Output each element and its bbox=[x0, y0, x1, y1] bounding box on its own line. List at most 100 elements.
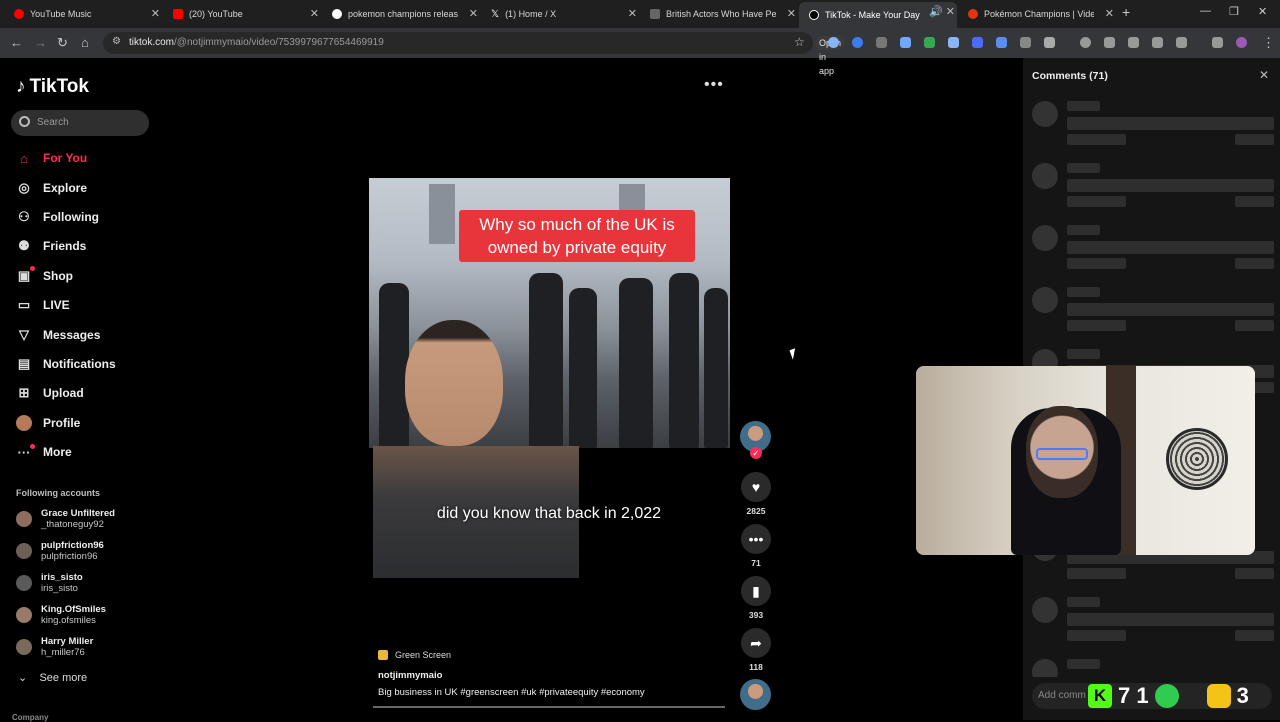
sidebar-icon[interactable] bbox=[1152, 37, 1163, 48]
extension-icon[interactable] bbox=[948, 37, 959, 48]
extension-icon[interactable] bbox=[924, 37, 935, 48]
nav-live[interactable]: ▭ LIVE bbox=[16, 297, 70, 313]
effect-tag[interactable]: Green Screen bbox=[378, 650, 451, 660]
browser-tab[interactable]: (20) YouTube ✕ bbox=[163, 4, 321, 24]
following-account[interactable]: Grace Unfiltered _thatoneguy92 bbox=[16, 505, 115, 533]
kick-logo-icon: K bbox=[1088, 684, 1112, 708]
browser-tab[interactable]: 𝕏 (1) Home / X ✕ bbox=[481, 4, 639, 24]
close-tab-icon[interactable]: ✕ bbox=[310, 7, 319, 20]
toolbar-icon[interactable] bbox=[1104, 37, 1115, 48]
browser-tab[interactable]: Pokémon Champions | Video G✕ bbox=[958, 4, 1116, 24]
company-link[interactable]: Company bbox=[12, 713, 48, 722]
sound-avatar[interactable] bbox=[740, 679, 771, 710]
comment-skeleton bbox=[1032, 101, 1276, 153]
browser-tab[interactable]: pokemon champions release da✕ bbox=[322, 4, 480, 24]
close-window-icon[interactable]: ✕ bbox=[1258, 5, 1267, 18]
commuter bbox=[619, 278, 653, 448]
reading-list-icon[interactable] bbox=[1176, 37, 1187, 48]
devtools-icon[interactable] bbox=[1128, 37, 1139, 48]
notification-dot bbox=[30, 444, 35, 449]
url-text: tiktok.com/@notjimmymaio/video/753997967… bbox=[129, 37, 384, 48]
nav-following[interactable]: ⚇ Following bbox=[16, 209, 99, 225]
x-icon: 𝕏 bbox=[491, 9, 500, 20]
comment-skeleton bbox=[1032, 225, 1276, 277]
history-icon[interactable] bbox=[1080, 37, 1091, 48]
tiktok-logo[interactable]: ♪ TikTok bbox=[16, 76, 89, 98]
avatar bbox=[16, 607, 32, 623]
extensions-puzzle-icon[interactable] bbox=[1044, 37, 1055, 48]
youtube-music-icon bbox=[14, 9, 24, 19]
nav-more[interactable]: ··· More bbox=[16, 444, 72, 460]
video-progress-bar[interactable] bbox=[373, 706, 725, 708]
extension-icon[interactable] bbox=[1020, 37, 1031, 48]
profile-avatar[interactable] bbox=[1236, 37, 1247, 48]
close-tab-icon[interactable]: ✕ bbox=[151, 7, 160, 20]
video-player[interactable]: Why so much of the UK is owned by privat… bbox=[369, 178, 730, 580]
following-account[interactable]: iris_sisto iris_sisto bbox=[16, 569, 83, 597]
home-icon: ⌂ bbox=[20, 150, 28, 166]
nav-profile[interactable]: Profile bbox=[16, 415, 80, 431]
home-icon[interactable]: ⌂ bbox=[81, 35, 89, 50]
site-info-icon[interactable]: ⚙ bbox=[112, 36, 121, 47]
nav-friends[interactable]: ⚉ Friends bbox=[16, 238, 86, 254]
new-tab-icon[interactable]: + bbox=[1122, 4, 1130, 20]
following-account[interactable]: King.OfSmiles king.ofsmiles bbox=[16, 601, 106, 629]
address-bar[interactable]: ⚙ tiktok.com/@notjimmymaio/video/7539979… bbox=[103, 32, 846, 76]
close-tab-icon[interactable]: ✕ bbox=[1105, 7, 1114, 20]
following-account[interactable]: pulpfriction96 pulpfriction96 bbox=[16, 537, 104, 565]
restore-icon[interactable]: ❐ bbox=[1229, 5, 1239, 18]
minimize-icon[interactable]: — bbox=[1200, 5, 1211, 17]
commuter bbox=[569, 288, 597, 448]
back-icon[interactable]: ← bbox=[10, 35, 23, 50]
follow-check-icon[interactable]: ✓ bbox=[750, 447, 762, 459]
menu-kebab-icon[interactable]: ⋮ bbox=[1262, 35, 1275, 51]
browser-tab[interactable]: YouTube Music ✕ bbox=[4, 4, 162, 24]
close-icon[interactable]: ✕ bbox=[1259, 68, 1269, 82]
video-author[interactable]: notjimmymaio bbox=[378, 670, 442, 681]
extension-icon[interactable] bbox=[828, 37, 839, 48]
reload-icon[interactable]: ↻ bbox=[57, 35, 68, 51]
like-button[interactable]: ♥ 2825 bbox=[741, 472, 771, 516]
search-input[interactable]: Search bbox=[11, 110, 149, 136]
browser-tab-active[interactable]: TikTok - Make Your Day 🔊 ✕ bbox=[799, 2, 957, 28]
media-icon[interactable] bbox=[1212, 37, 1223, 48]
save-button[interactable]: ▮ 393 bbox=[741, 576, 771, 620]
bookmark-star-icon[interactable]: ☆ bbox=[794, 35, 805, 49]
nav-upload[interactable]: ⊞ Upload bbox=[16, 385, 84, 401]
messages-icon: ▽ bbox=[19, 327, 29, 342]
video-description: Big business in UK #greenscreen #uk #pri… bbox=[378, 687, 645, 698]
see-more-link[interactable]: ⌄ See more bbox=[18, 671, 87, 684]
following-account[interactable]: Harry Miller h_miller76 bbox=[16, 633, 93, 661]
extension-icon[interactable] bbox=[900, 37, 911, 48]
extension-icon[interactable] bbox=[972, 37, 983, 48]
extension-icon[interactable] bbox=[876, 37, 887, 48]
more-options-icon[interactable]: ••• bbox=[704, 76, 724, 94]
overlay-counter: 7 1 bbox=[1118, 683, 1149, 708]
close-tab-icon[interactable]: ✕ bbox=[628, 7, 637, 20]
forward-icon[interactable]: → bbox=[34, 35, 47, 50]
nav-for-you[interactable]: ⌂ For You bbox=[16, 150, 87, 166]
share-button[interactable]: ➦ 118 bbox=[741, 628, 771, 672]
extension-icon[interactable] bbox=[852, 37, 863, 48]
following-icon: ⚇ bbox=[18, 209, 30, 224]
nav-notifications[interactable]: ▤ Notifications bbox=[16, 356, 116, 372]
browser-tab-bar: YouTube Music ✕ (20) YouTube ✕ pokemon cha… bbox=[0, 0, 1280, 28]
close-tab-icon[interactable]: ✕ bbox=[787, 7, 796, 20]
avatar bbox=[16, 639, 32, 655]
extension-icon[interactable] bbox=[996, 37, 1007, 48]
bookmark-icon: ▮ bbox=[741, 576, 771, 606]
browser-tab[interactable]: British Actors Who Have Perfec✕ bbox=[640, 4, 798, 24]
comment-skeleton bbox=[1032, 163, 1276, 215]
nav-shop[interactable]: ▣ Shop bbox=[16, 268, 73, 284]
comment-button[interactable]: ••• 71 bbox=[741, 524, 771, 568]
pokeball-icon bbox=[968, 9, 978, 19]
close-tab-icon[interactable]: ✕ bbox=[946, 5, 955, 18]
upload-icon: ⊞ bbox=[18, 385, 30, 400]
speaker-icon[interactable]: 🔊 bbox=[929, 5, 943, 18]
site-icon bbox=[650, 9, 660, 19]
nav-messages[interactable]: ▽ Messages bbox=[16, 327, 100, 343]
nav-explore[interactable]: ◎ Explore bbox=[16, 180, 87, 196]
comment-skeleton bbox=[1032, 659, 1276, 677]
avatar bbox=[16, 511, 32, 527]
close-tab-icon[interactable]: ✕ bbox=[469, 7, 478, 20]
